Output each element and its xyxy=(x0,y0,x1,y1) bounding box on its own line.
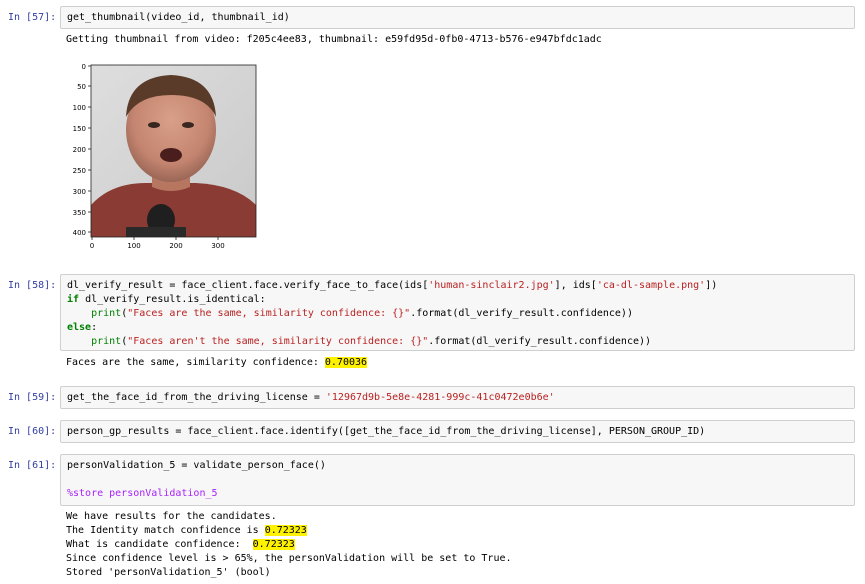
similarity-confidence-value: 0.70036 xyxy=(324,357,368,368)
cell-prompt-60: In [60]: xyxy=(8,426,57,437)
code-line-1: dl_verify_result = face_client.face.veri… xyxy=(67,280,718,291)
code-line-3: print("Faces are the same, similarity co… xyxy=(91,308,633,319)
code-line: person_gp_results = face_client.face.ide… xyxy=(67,426,706,437)
svg-text:100: 100 xyxy=(127,242,140,250)
y-tick-350: 350 xyxy=(73,209,91,217)
svg-text:250: 250 xyxy=(73,167,86,175)
cell-output-58: Faces are the same, similarity confidenc… xyxy=(66,357,368,368)
cell-output-61-line-3: What is candidate confidence: 0.72323 xyxy=(66,539,295,550)
code-line-2: %store personValidation_5 xyxy=(67,488,218,499)
code-line: get_thumbnail(video_id, thumbnail_id) xyxy=(67,12,290,23)
cell-output-61-line-5: Stored 'personValidation_5' (bool) xyxy=(66,567,271,578)
y-tick-100: 100 xyxy=(73,104,91,112)
svg-text:50: 50 xyxy=(77,83,86,91)
code-line-4: else: xyxy=(67,322,98,333)
cell-output-61-line-4: Since confidence level is > 65%, the per… xyxy=(66,553,512,564)
y-axis: 0 50 100 150 200 250 300 350 400 xyxy=(73,63,91,237)
thumbnail-figure: 0 50 100 150 200 250 300 350 400 0 100 2… xyxy=(73,63,257,250)
y-tick-200: 200 xyxy=(73,146,91,154)
code-cell-59[interactable]: get_the_face_id_from_the_driving_license… xyxy=(60,386,855,409)
svg-text:150: 150 xyxy=(73,125,86,133)
svg-text:300: 300 xyxy=(211,242,224,250)
y-tick-300: 300 xyxy=(73,188,91,196)
x-tick-100: 100 xyxy=(127,237,141,250)
candidate-confidence-value: 0.72323 xyxy=(252,539,295,550)
code-cell-61[interactable]: personValidation_5 = validate_person_fac… xyxy=(60,454,855,506)
svg-text:200: 200 xyxy=(73,146,86,154)
svg-text:350: 350 xyxy=(73,209,86,217)
identity-confidence-value: 0.72323 xyxy=(264,525,307,536)
svg-text:200: 200 xyxy=(169,242,182,250)
cell-prompt-57: In [57]: xyxy=(8,12,57,23)
face-image xyxy=(90,64,257,238)
y-tick-400: 400 xyxy=(73,229,91,237)
cell-output-57: Getting thumbnail from video: f205c4ee83… xyxy=(66,34,602,45)
x-tick-300: 300 xyxy=(211,237,225,250)
code-cell-57[interactable]: get_thumbnail(video_id, thumbnail_id) xyxy=(60,6,855,29)
code-cell-58[interactable]: dl_verify_result = face_client.face.veri… xyxy=(60,274,855,351)
cell-output-61-line-1: We have results for the candidates. xyxy=(66,511,277,522)
svg-text:400: 400 xyxy=(73,229,86,237)
svg-text:300: 300 xyxy=(73,188,86,196)
code-cell-60[interactable]: person_gp_results = face_client.face.ide… xyxy=(60,420,855,443)
thumbnail-plot: 0 50 100 150 200 250 300 350 400 0 100 2… xyxy=(66,55,266,260)
x-axis: 0 100 200 300 xyxy=(90,237,225,250)
x-tick-0: 0 xyxy=(90,237,94,250)
code-line-2: if dl_verify_result.is_identical: xyxy=(67,294,266,305)
code-line: get_the_face_id_from_the_driving_license… xyxy=(67,392,555,403)
cell-prompt-61: In [61]: xyxy=(8,460,57,471)
cell-output-61-line-2: The Identity match confidence is 0.72323 xyxy=(66,525,307,536)
svg-text:100: 100 xyxy=(73,104,86,112)
y-tick-50: 50 xyxy=(77,83,91,91)
svg-text:0: 0 xyxy=(82,63,86,71)
code-line-1: personValidation_5 = validate_person_fac… xyxy=(67,460,326,471)
code-line-5: print("Faces aren't the same, similarity… xyxy=(91,336,652,347)
cell-prompt-58: In [58]: xyxy=(8,280,57,291)
y-tick-250: 250 xyxy=(73,167,91,175)
svg-text:0: 0 xyxy=(90,242,94,250)
y-tick-150: 150 xyxy=(73,125,91,133)
y-tick-0: 0 xyxy=(82,63,91,71)
x-tick-200: 200 xyxy=(169,237,183,250)
cell-prompt-59: In [59]: xyxy=(8,392,57,403)
